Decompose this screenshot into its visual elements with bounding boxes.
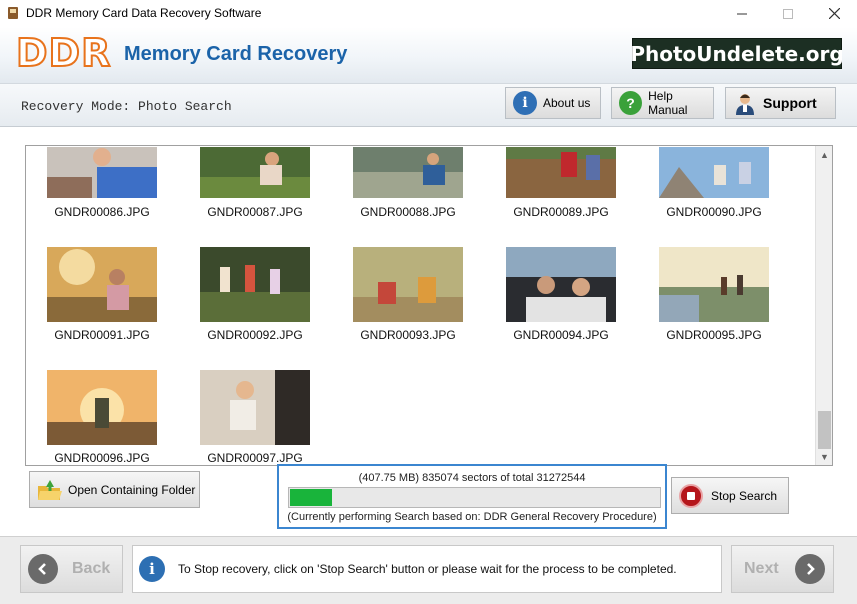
photo-thumbnail[interactable]: GNDR00093.JPG <box>353 247 463 342</box>
back-button[interactable]: Back <box>20 545 123 593</box>
info-icon: i <box>513 91 537 115</box>
photo-thumbnail[interactable]: GNDR00090.JPG <box>659 147 769 219</box>
support-button[interactable]: Support <box>725 87 836 119</box>
photo-image <box>47 147 157 198</box>
next-label: Next <box>744 560 779 577</box>
scrollbar-thumb[interactable] <box>818 411 831 449</box>
photo-gallery[interactable]: GNDR00086.JPG GNDR00087.JPG GNDR00088.JP… <box>25 145 833 466</box>
title-bar: DDR Memory Card Data Recovery Software <box>0 0 857 27</box>
photo-image <box>47 370 157 445</box>
info-icon: i <box>139 556 165 582</box>
progress-bar-fill <box>290 489 332 506</box>
progress-procedure-text: (Currently performing Search based on: D… <box>287 511 657 523</box>
stop-search-button[interactable]: Stop Search <box>671 477 789 514</box>
photo-filename: GNDR00097.JPG <box>207 451 303 465</box>
close-icon[interactable] <box>811 0 857 27</box>
product-title: Memory Card Recovery <box>124 43 348 65</box>
photo-thumbnail[interactable]: GNDR00087.JPG <box>200 147 310 219</box>
status-hint-box: i To Stop recovery, click on 'Stop Searc… <box>132 545 722 593</box>
photo-thumbnail[interactable]: GNDR00094.JPG <box>506 247 616 342</box>
photo-image <box>659 147 769 198</box>
photo-filename: GNDR00087.JPG <box>207 205 303 219</box>
header-banner: DDR Memory Card Recovery PhotoUndelete.o… <box>0 27 857 84</box>
photo-filename: GNDR00089.JPG <box>513 205 609 219</box>
open-containing-folder-button[interactable]: Open Containing Folder <box>29 471 200 508</box>
scroll-up-icon[interactable]: ▲ <box>816 146 832 163</box>
search-progress-panel: (407.75 MB) 835074 sectors of total 3127… <box>277 464 667 529</box>
photo-filename: GNDR00086.JPG <box>54 205 150 219</box>
photo-filename: GNDR00091.JPG <box>54 328 150 342</box>
recovery-mode-label: Recovery Mode: Photo Search <box>21 99 232 114</box>
photo-filename: GNDR00095.JPG <box>666 328 762 342</box>
photo-filename: GNDR00090.JPG <box>666 205 762 219</box>
next-button[interactable]: Next <box>731 545 834 593</box>
about-us-button[interactable]: i About us <box>505 87 601 119</box>
stop-search-label: Stop Search <box>711 488 778 503</box>
brand-badge: PhotoUndelete.org <box>630 38 844 69</box>
back-label: Back <box>72 560 111 577</box>
photo-thumbnail[interactable]: GNDR00086.JPG <box>47 147 157 219</box>
support-agent-icon <box>736 94 754 115</box>
about-us-label: About us <box>543 96 591 110</box>
ddr-logo: DDR <box>15 31 112 75</box>
photo-image <box>659 247 769 322</box>
photo-filename: GNDR00096.JPG <box>54 451 150 465</box>
maximize-icon[interactable] <box>765 0 811 27</box>
minimize-icon[interactable] <box>719 0 765 27</box>
photo-thumbnail[interactable]: GNDR00091.JPG <box>47 247 157 342</box>
photo-image <box>200 147 310 198</box>
status-hint-text: To Stop recovery, click on 'Stop Search'… <box>178 562 677 576</box>
open-folder-label: Open Containing Folder <box>68 482 196 497</box>
photo-thumbnail[interactable]: GNDR00095.JPG <box>659 247 769 342</box>
gallery-scrollbar[interactable]: ▲ ▼ <box>815 146 832 465</box>
photo-thumbnail[interactable]: GNDR00096.JPG <box>47 370 157 465</box>
photo-filename: GNDR00094.JPG <box>513 328 609 342</box>
photo-image <box>47 247 157 322</box>
photo-image <box>506 147 616 198</box>
photo-image <box>506 247 616 322</box>
bottom-bar: Back i To Stop recovery, click on 'Stop … <box>0 536 857 604</box>
photo-thumbnail[interactable]: GNDR00088.JPG <box>353 147 463 219</box>
photo-thumbnail[interactable]: GNDR00089.JPG <box>506 147 616 219</box>
support-label: Support <box>763 95 817 111</box>
photo-image <box>200 247 310 322</box>
photo-image <box>200 370 310 445</box>
help-manual-label: Help Manual <box>648 89 688 117</box>
photo-thumbnail[interactable]: GNDR00092.JPG <box>200 247 310 342</box>
stop-icon <box>679 483 703 508</box>
arrow-left-icon <box>28 554 58 584</box>
window-title: DDR Memory Card Data Recovery Software <box>26 6 262 20</box>
photo-image <box>353 247 463 322</box>
toolbar: Recovery Mode: Photo Search i About us ?… <box>0 84 857 127</box>
progress-sectors-text: (407.75 MB) 835074 sectors of total 3127… <box>358 472 586 484</box>
photo-thumbnail[interactable]: GNDR00097.JPG <box>200 370 310 465</box>
photo-filename: GNDR00093.JPG <box>360 328 456 342</box>
progress-bar <box>288 487 661 508</box>
arrow-right-icon <box>794 554 825 584</box>
folder-open-icon <box>38 479 62 500</box>
help-manual-button[interactable]: ? Help Manual <box>611 87 714 119</box>
scroll-down-icon[interactable]: ▼ <box>816 448 832 465</box>
photo-filename: GNDR00088.JPG <box>360 205 456 219</box>
app-icon <box>8 7 18 19</box>
photo-filename: GNDR00092.JPG <box>207 328 303 342</box>
help-icon: ? <box>619 91 643 115</box>
photo-image <box>353 147 463 198</box>
